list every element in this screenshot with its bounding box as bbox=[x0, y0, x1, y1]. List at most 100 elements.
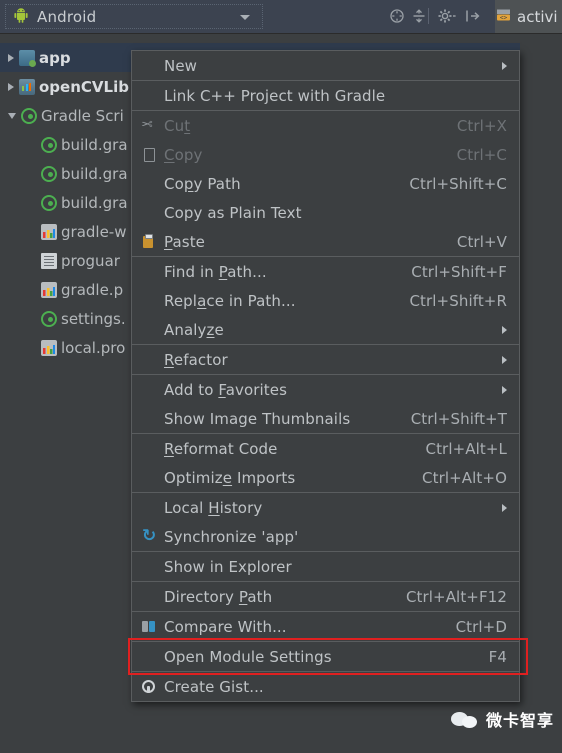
menu-item-label: Refactor bbox=[164, 350, 228, 369]
paste-icon bbox=[140, 233, 158, 250]
menu-item-add-to-favorites[interactable]: Add to Favorites bbox=[132, 375, 519, 404]
menu-item-directory-path[interactable]: Directory Path Ctrl+Alt+F12 bbox=[132, 582, 519, 611]
toolbar-divider bbox=[428, 8, 429, 24]
menu-item-analyze[interactable]: Analyze bbox=[132, 315, 519, 344]
tree-item-label: openCVLib bbox=[39, 77, 129, 96]
tree-item-label: local.pro bbox=[61, 338, 126, 357]
menu-item-show-in-explorer[interactable]: Show in Explorer bbox=[132, 552, 519, 581]
menu-item-shortcut: Ctrl+Shift+R bbox=[409, 291, 507, 310]
menu-item-open-module-settings[interactable]: Open Module Settings F4 bbox=[132, 642, 519, 671]
expand-all-icon[interactable] bbox=[411, 8, 427, 24]
text-file-icon bbox=[41, 252, 57, 269]
svg-text:<>: <> bbox=[500, 14, 508, 21]
menu-item-find-in-path[interactable]: Find in Path... Ctrl+Shift+F bbox=[132, 257, 519, 286]
menu-item-synchronize-app[interactable]: Synchronize 'app' bbox=[132, 522, 519, 551]
menu-item-label: Optimize Imports bbox=[164, 468, 296, 487]
gradle-icon bbox=[41, 165, 57, 182]
menu-item-shortcut: Ctrl+V bbox=[456, 232, 507, 251]
menu-item-shortcut: Ctrl+Shift+T bbox=[410, 409, 507, 428]
submenu-chevron-right-icon bbox=[502, 385, 507, 394]
menu-item-local-history[interactable]: Local History bbox=[132, 493, 519, 522]
menu-item-label: Copy bbox=[164, 145, 203, 164]
menu-item-create-gist[interactable]: Create Gist... bbox=[132, 672, 519, 701]
tree-item-label: build.gra bbox=[61, 164, 128, 183]
menu-icon-placeholder bbox=[140, 58, 158, 74]
gradle-icon bbox=[41, 194, 57, 211]
menu-icon-placeholder bbox=[140, 559, 158, 575]
tool-window-title: Android bbox=[37, 7, 97, 26]
menu-item-label: Show Image Thumbnails bbox=[164, 409, 351, 428]
settings-gear-icon[interactable] bbox=[437, 8, 456, 24]
menu-item-label: Create Gist... bbox=[164, 677, 264, 696]
menu-item-copy-as-plain-text[interactable]: Copy as Plain Text bbox=[132, 198, 519, 227]
android-view-selector[interactable]: Android bbox=[5, 4, 263, 29]
menu-icon-placeholder bbox=[140, 589, 158, 605]
properties-icon bbox=[41, 281, 57, 298]
menu-icon-placeholder bbox=[140, 382, 158, 398]
chevron-right-icon[interactable] bbox=[8, 82, 14, 91]
chevron-down-icon[interactable] bbox=[8, 112, 16, 119]
menu-item-label: Copy Path bbox=[164, 174, 241, 193]
menu-item-label: Show in Explorer bbox=[164, 557, 292, 576]
menu-item-copy-path[interactable]: Copy Path Ctrl+Shift+C bbox=[132, 169, 519, 198]
menu-item-label: Compare With... bbox=[164, 617, 287, 636]
menu-item-show-image-thumbnails[interactable]: Show Image Thumbnails Ctrl+Shift+T bbox=[132, 404, 519, 433]
chevron-right-icon[interactable] bbox=[8, 53, 14, 62]
compare-icon bbox=[140, 619, 158, 635]
menu-item-reformat-code[interactable]: Reformat Code Ctrl+Alt+L bbox=[132, 434, 519, 463]
module-icon bbox=[19, 49, 36, 67]
menu-item-refactor[interactable]: Refactor bbox=[132, 345, 519, 374]
submenu-chevron-right-icon bbox=[502, 325, 507, 334]
collapse-all-icon[interactable] bbox=[389, 8, 405, 24]
menu-icon-placeholder bbox=[140, 88, 158, 104]
menu-item-shortcut: Ctrl+X bbox=[456, 116, 507, 135]
android-robot-icon bbox=[13, 7, 29, 27]
menu-item-shortcut: Ctrl+Shift+C bbox=[409, 174, 507, 193]
menu-item-new[interactable]: New bbox=[132, 51, 519, 80]
gradle-icon bbox=[41, 310, 57, 327]
menu-item-optimize-imports[interactable]: Optimize Imports Ctrl+Alt+O bbox=[132, 463, 519, 492]
editor-tab-activity[interactable]: <> activi bbox=[495, 0, 562, 33]
menu-item-label: Paste bbox=[164, 232, 206, 251]
submenu-chevron-right-icon bbox=[502, 61, 507, 70]
cut-icon bbox=[140, 118, 158, 134]
menu-item-shortcut: F4 bbox=[488, 647, 507, 666]
menu-icon-placeholder bbox=[140, 293, 158, 309]
watermark-text: 微卡智享 bbox=[485, 711, 554, 730]
menu-item-label: New bbox=[164, 56, 198, 75]
menu-item-compare-with[interactable]: Compare With... Ctrl+D bbox=[132, 612, 519, 641]
submenu-chevron-right-icon bbox=[502, 355, 507, 364]
menu-icon-placeholder bbox=[140, 649, 158, 665]
menu-item-link-cpp-project[interactable]: Link C++ Project with Gradle bbox=[132, 81, 519, 110]
menu-item-label: Cut bbox=[164, 116, 191, 135]
menu-item-replace-in-path[interactable]: Replace in Path... Ctrl+Shift+R bbox=[132, 286, 519, 315]
tree-item-label: Gradle Scri bbox=[41, 106, 124, 125]
hide-window-icon[interactable] bbox=[463, 8, 480, 24]
menu-item-paste[interactable]: Paste Ctrl+V bbox=[132, 227, 519, 256]
layout-file-icon: <> bbox=[495, 7, 513, 27]
menu-item-label: Link C++ Project with Gradle bbox=[164, 86, 386, 105]
submenu-chevron-right-icon bbox=[502, 503, 507, 512]
tree-item-label: build.gra bbox=[61, 193, 128, 212]
watermark: 微卡智享 bbox=[450, 707, 554, 731]
copy-icon bbox=[140, 147, 158, 163]
menu-item-shortcut: Ctrl+Shift+F bbox=[411, 262, 507, 281]
menu-icon-placeholder bbox=[140, 441, 158, 457]
tool-window-header: Android <> activi bbox=[0, 0, 562, 34]
menu-icon-placeholder bbox=[140, 352, 158, 368]
tree-item-label: gradle-w bbox=[61, 222, 127, 241]
menu-item-label: Reformat Code bbox=[164, 439, 278, 458]
wechat-icon bbox=[450, 709, 479, 729]
chevron-down-icon[interactable] bbox=[240, 15, 250, 20]
menu-item-label: Copy as Plain Text bbox=[164, 203, 302, 222]
menu-icon-placeholder bbox=[140, 176, 158, 192]
editor-tab-label: activi bbox=[517, 7, 558, 26]
menu-icon-placeholder bbox=[140, 500, 158, 516]
menu-item-label: Add to Favorites bbox=[164, 380, 288, 399]
menu-item-label: Find in Path... bbox=[164, 262, 267, 281]
menu-icon-placeholder bbox=[140, 205, 158, 221]
menu-item-label: Analyze bbox=[164, 320, 224, 339]
menu-item-shortcut: Ctrl+Alt+O bbox=[422, 468, 507, 487]
menu-item-copy: Copy Ctrl+C bbox=[132, 140, 519, 169]
tree-item-label: gradle.p bbox=[61, 280, 124, 299]
